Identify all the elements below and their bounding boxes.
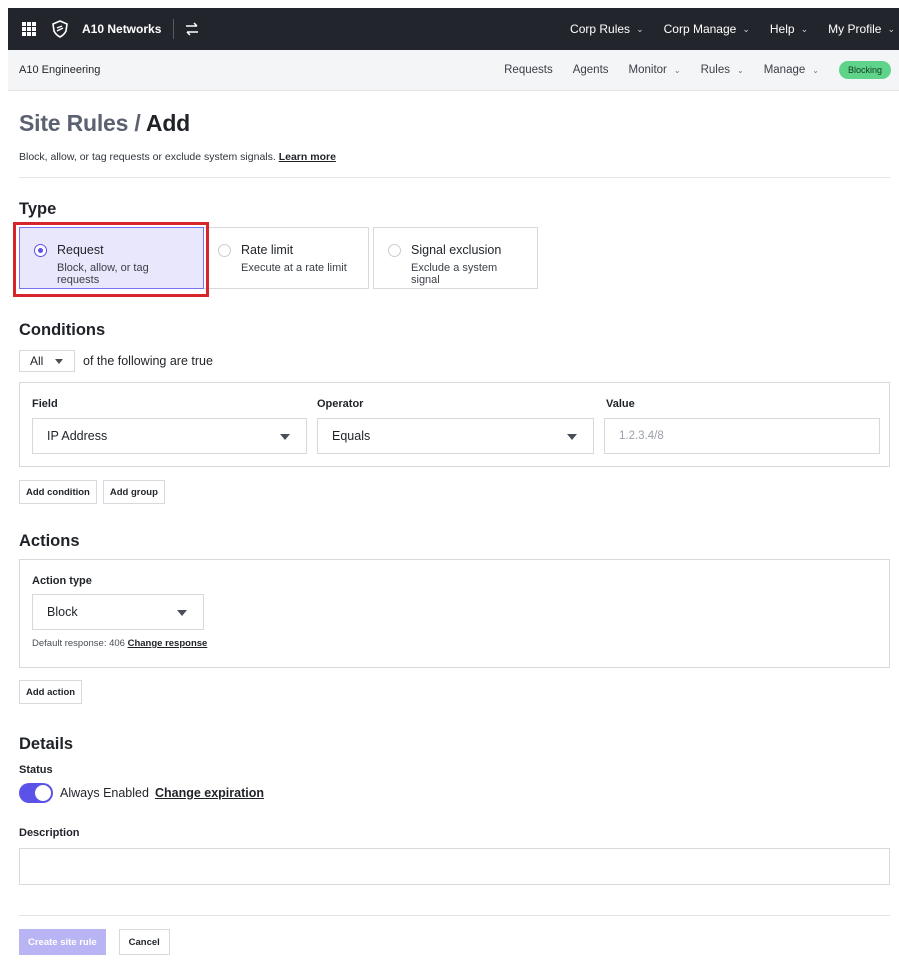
chevron-down-icon: ⌄ (812, 65, 819, 75)
action-type-value: Block (47, 605, 78, 619)
operator-label: Operator (317, 398, 364, 410)
nav-label: My Profile (828, 22, 882, 36)
field-select-value: IP Address (47, 429, 108, 443)
create-site-rule-button[interactable]: Create site rule (19, 929, 106, 955)
chevron-down-icon: ⌄ (800, 23, 809, 34)
value-placeholder: 1.2.3.4/8 (619, 430, 664, 442)
caret-down-icon (177, 610, 187, 616)
match-row: All of the following are true (19, 350, 890, 372)
option-title: Rate limit (241, 243, 294, 257)
chevron-down-icon: ⌄ (742, 23, 750, 34)
option-desc: Exclude a system signal (411, 262, 498, 286)
footer-buttons: Create site rule Cancel (19, 929, 890, 955)
subnav-label: Monitor (628, 64, 667, 76)
subnav-rules[interactable]: Rules ⌄ (701, 64, 744, 76)
subnav-label: Rules (700, 64, 730, 76)
nav-help[interactable]: Help ⌄ (770, 22, 808, 36)
chevron-down-icon: ⌄ (636, 23, 644, 34)
nav-corp-rules[interactable]: Corp Rules ⌄ (570, 22, 644, 36)
divider (19, 915, 890, 916)
match-select-value: All (30, 354, 44, 368)
sub-navbar: A10 Engineering Requests Agents Monitor ⌄… (8, 50, 899, 91)
page-title-main: Add (145, 110, 191, 136)
action-buttons: Add action (19, 680, 890, 704)
subtitle-text: Block, allow, or tag requests or exclude… (19, 151, 276, 163)
field-select[interactable]: IP Address (32, 418, 307, 454)
subnav-monitor[interactable]: Monitor ⌄ (629, 64, 681, 76)
change-response-link[interactable]: Change response (128, 638, 208, 649)
conditions-heading: Conditions (19, 321, 106, 339)
learn-more-link[interactable]: Learn more (279, 151, 336, 163)
nav-label: Corp Rules (570, 22, 631, 36)
status-badge[interactable]: Blocking (838, 61, 891, 79)
default-response-hint: Default response: 406 Change response (32, 638, 207, 649)
description-label: Description (19, 827, 80, 839)
org-name[interactable]: A10 Engineering (19, 64, 100, 76)
status-toggle[interactable] (19, 783, 53, 803)
cancel-button[interactable]: Cancel (118, 929, 170, 955)
caret-down-icon (280, 434, 290, 440)
add-group-button[interactable]: Add group (102, 480, 165, 504)
caret-down-icon (567, 434, 577, 440)
value-input[interactable]: 1.2.3.4/8 (604, 418, 880, 454)
nav-label: Corp Manage (663, 22, 737, 36)
add-condition-button[interactable]: Add condition (19, 480, 97, 504)
status-label: Status (19, 764, 53, 776)
radio-icon[interactable] (218, 244, 231, 257)
subnav-manage[interactable]: Manage ⌄ (764, 64, 819, 76)
operator-select-value: Equals (332, 429, 371, 443)
page-subtitle: Block, allow, or tag requests or exclude… (19, 151, 890, 163)
status-text: Always Enabled (60, 786, 149, 800)
brand-logo-icon (52, 20, 68, 38)
radio-icon[interactable] (388, 244, 401, 257)
action-box: Action type Block Default response: 406 … (19, 559, 890, 668)
match-text: of the following are true (83, 354, 213, 368)
option-title: Signal exclusion (411, 243, 502, 257)
selection-highlight (13, 222, 209, 297)
action-type-select[interactable]: Block (32, 594, 204, 630)
page-title: Site Rules / Add (19, 110, 890, 137)
brand-name[interactable]: A10 Networks (82, 22, 161, 36)
nav-my-profile[interactable]: My Profile ⌄ (828, 22, 895, 36)
add-action-button[interactable]: Add action (19, 680, 83, 704)
default-response-text: Default response: 406 (32, 638, 125, 649)
app-grid-icon[interactable] (22, 22, 36, 36)
description-input[interactable] (19, 848, 890, 885)
top-navbar: A10 Networks Corp Rules ⌄ Corp Manage ⌄ He… (8, 8, 899, 50)
value-label: Value (606, 398, 635, 410)
type-heading: Type (19, 200, 57, 218)
chevron-down-icon: ⌄ (887, 23, 895, 34)
operator-select[interactable]: Equals (317, 418, 594, 454)
subnav-agents[interactable]: Agents (573, 64, 609, 76)
subnav-requests[interactable]: Requests (504, 64, 553, 76)
condition-box: Field Operator Value IP Address Equals 1… (19, 382, 890, 467)
action-type-label: Action type (32, 575, 92, 587)
change-expiration-link[interactable]: Change expiration (155, 786, 264, 800)
match-select[interactable]: All (19, 350, 75, 372)
type-option-signal-exclusion[interactable]: Signal exclusion Exclude a system signal (373, 227, 538, 289)
chevron-down-icon: ⌄ (673, 65, 681, 75)
field-label: Field (32, 398, 58, 410)
actions-heading: Actions (19, 532, 80, 550)
caret-down-icon (55, 358, 64, 364)
switch-icon[interactable] (184, 21, 200, 37)
chevron-down-icon: ⌄ (737, 65, 744, 75)
nav-corp-manage[interactable]: Corp Manage ⌄ (664, 22, 750, 36)
option-desc: Execute at a rate limit (241, 262, 347, 274)
details-heading: Details (19, 735, 74, 753)
divider (173, 19, 175, 39)
subnav-label: Manage (763, 64, 806, 76)
breadcrumb[interactable]: Site Rules / (19, 110, 146, 136)
status-row: Always Enabled Change expiration (19, 783, 890, 803)
divider (19, 177, 890, 178)
nav-label: Help (769, 22, 795, 36)
condition-buttons: Add condition Add group (19, 480, 890, 504)
type-option-rate-limit[interactable]: Rate limit Execute at a rate limit (204, 227, 369, 289)
